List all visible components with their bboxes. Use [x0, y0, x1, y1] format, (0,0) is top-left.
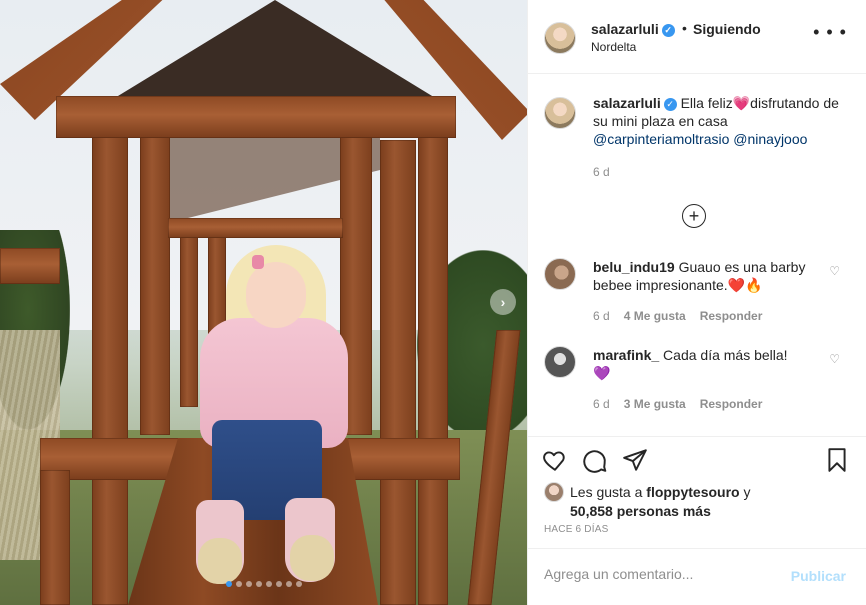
plus-circle-icon: + [688, 206, 700, 226]
comment-bubble-icon[interactable] [582, 447, 608, 473]
comment-emoji: ❤️🔥 [727, 277, 763, 293]
caption-author-avatar[interactable] [544, 97, 576, 129]
post-side-panel: salazarluli ✓ • Siguiendo Nordelta • • • … [527, 0, 866, 605]
comment-likes-link[interactable]: 3 Me gusta [624, 397, 686, 411]
child-boot-sole-left [198, 538, 242, 584]
post-location[interactable]: Nordelta [591, 40, 636, 54]
playhouse-top-beam [56, 96, 456, 138]
verified-badge-icon: ✓ [661, 24, 675, 37]
carousel-next-button[interactable]: › [490, 289, 516, 315]
liker-username[interactable]: floppytesouro [646, 484, 739, 500]
child-boot-sole-right [290, 535, 334, 581]
comment-timestamp: 6 d [593, 309, 610, 323]
reply-button[interactable]: Responder [700, 397, 763, 411]
mention-link-1[interactable]: @carpinteriamoltrasio [593, 131, 729, 147]
carousel-dot [295, 581, 302, 587]
author-avatar[interactable] [544, 22, 576, 54]
small-heart-icon[interactable]: ♡ [829, 264, 840, 278]
likes-prefix: Les gusta a [570, 484, 643, 500]
more-options-icon[interactable]: • • • [813, 23, 847, 41]
playhouse-post-inner-left [140, 135, 170, 435]
likes-count-link[interactable]: 50,858 personas más [570, 503, 711, 519]
playhouse-post-right [380, 140, 416, 605]
post-timestamp[interactable]: HACE 6 DÍAS [544, 524, 608, 535]
post-photo[interactable]: › [0, 0, 527, 605]
small-heart-icon[interactable]: ♡ [829, 352, 840, 366]
playhouse-side-rail [0, 248, 60, 284]
comment-likes-link[interactable]: 4 Me gusta [624, 309, 686, 323]
comment-emoji: 💜 [593, 365, 611, 381]
add-comment-bar: Publicar [528, 548, 866, 605]
carousel-dot [235, 581, 242, 587]
commenter-username[interactable]: belu_indu19 [593, 259, 675, 275]
comment-input[interactable] [544, 566, 784, 582]
carousel-indicator [0, 581, 527, 587]
playhouse-post-left [92, 110, 128, 605]
liker-avatar[interactable] [544, 482, 564, 502]
chevron-right-icon: › [500, 294, 506, 310]
verified-badge-icon: ✓ [663, 98, 677, 111]
bookmark-icon[interactable] [824, 447, 850, 473]
following-button[interactable]: Siguiendo [693, 21, 761, 37]
caption-text-start: Ella feliz [680, 95, 733, 111]
carousel-dot [255, 581, 262, 587]
child-hair-bow [252, 255, 264, 269]
heart-outline-icon[interactable] [542, 447, 568, 473]
playhouse-post-far-right [418, 110, 448, 605]
commenter-avatar[interactable] [544, 346, 576, 378]
carousel-dot [225, 581, 232, 587]
commenter-avatar[interactable] [544, 258, 576, 290]
playhouse-slat-1 [180, 222, 198, 407]
commenter-username[interactable]: marafink_ [593, 347, 659, 363]
comment-text: Cada día más bella! [663, 347, 788, 363]
carousel-dot [275, 581, 282, 587]
author-username[interactable]: salazarluli [591, 21, 659, 37]
playhouse-rail [168, 218, 343, 238]
carousel-dot [245, 581, 252, 587]
pink-heart-emoji: 💗 [732, 95, 751, 111]
instagram-post: › salazarluli ✓ • Siguiendo Nordelta • • … [0, 0, 866, 605]
child-face [246, 262, 306, 328]
header-separator: • [682, 20, 687, 36]
load-more-comments-button[interactable]: + [682, 204, 706, 228]
mention-link-2[interactable]: @ninayjooo [733, 131, 807, 147]
post-header: salazarluli ✓ • Siguiendo Nordelta • • • [528, 0, 866, 74]
likes-conjunction: y [743, 484, 751, 500]
carousel-dot [265, 581, 272, 587]
reply-button[interactable]: Responder [700, 309, 763, 323]
publish-button[interactable]: Publicar [791, 568, 846, 584]
paper-plane-icon[interactable] [622, 447, 648, 473]
likes-summary: Les gusta a floppytesouro y 50,858 perso… [544, 482, 854, 520]
caption-username[interactable]: salazarluli [593, 95, 661, 111]
comment-timestamp: 6 d [593, 397, 610, 411]
carousel-dot [285, 581, 292, 587]
caption-timestamp: 6 d [593, 165, 610, 179]
